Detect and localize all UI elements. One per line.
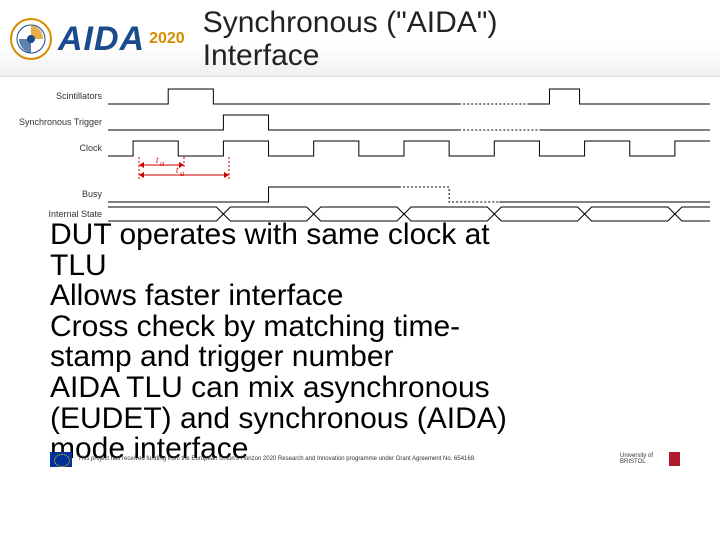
body-text: DUT operates with same clock at TLU Allo… xyxy=(50,220,680,465)
signal-label: Clock xyxy=(10,143,108,153)
logo-year: 2020 xyxy=(149,30,185,48)
timing-diagram: Scintillators Synchronous Trigger Clock … xyxy=(10,85,710,235)
body-line: Allows faster interface xyxy=(50,281,680,312)
wave-sync-trigger xyxy=(108,112,710,132)
svg-text:cl: cl xyxy=(160,162,164,168)
aida-logo: AIDA 2020 xyxy=(10,18,185,60)
signal-clock: Clock xyxy=(10,137,710,159)
body-line: Cross check by matching time- xyxy=(50,312,680,343)
body-line: AIDA TLU can mix asynchronous xyxy=(50,373,680,404)
body-line: DUT operates with same clock at xyxy=(50,220,680,251)
logo-name: AIDA xyxy=(58,20,145,59)
svg-text:t: t xyxy=(176,166,179,175)
title-line-2: Interface xyxy=(203,39,498,72)
wave-clock xyxy=(108,138,710,158)
body-line: mode interface xyxy=(50,434,680,465)
logo-badge-icon xyxy=(10,18,52,60)
svg-text:sl: sl xyxy=(180,172,184,178)
signal-scintillators: Scintillators xyxy=(10,85,710,107)
svg-text:t: t xyxy=(156,157,159,165)
slide-header: AIDA 2020 Synchronous ("AIDA") Interface xyxy=(0,0,720,77)
signal-label: Scintillators xyxy=(10,91,108,101)
signal-label: Busy xyxy=(10,189,108,199)
signal-sync-trigger: Synchronous Trigger xyxy=(10,111,710,133)
body-line: stamp and trigger number xyxy=(50,342,680,373)
wave-scintillators xyxy=(108,86,710,106)
wave-busy xyxy=(108,184,710,204)
signal-busy: Busy xyxy=(10,183,710,205)
body-line: (EUDET) and synchronous (AIDA) xyxy=(50,404,680,435)
body-line: TLU xyxy=(50,251,680,282)
timing-annotations: t cl t sl xyxy=(114,157,314,179)
slide-title: Synchronous ("AIDA") Interface xyxy=(203,6,498,72)
signal-label: Synchronous Trigger xyxy=(10,117,108,127)
title-line-1: Synchronous ("AIDA") xyxy=(203,6,498,39)
